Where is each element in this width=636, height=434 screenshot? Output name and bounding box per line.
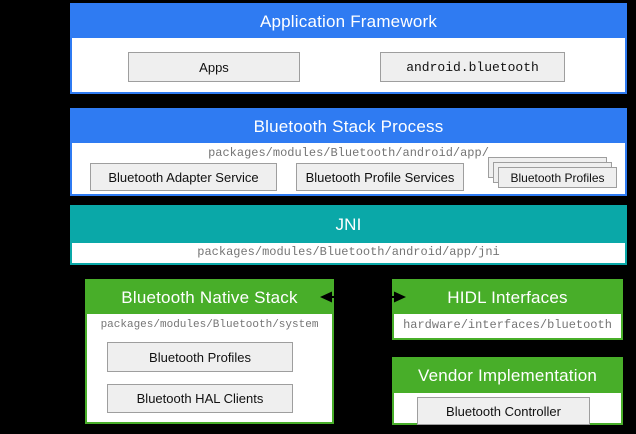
native-bluetooth-profiles-label: Bluetooth Profiles [149,350,251,365]
section-application-framework: Application Framework Apps android.bluet… [70,3,627,94]
bluetooth-profile-services-box: Bluetooth Profile Services [296,163,464,191]
android-bluetooth-box: android.bluetooth [380,52,565,82]
bluetooth-hal-clients-label: Bluetooth HAL Clients [137,391,264,406]
apps-label: Apps [199,60,229,75]
bidirectional-arrow-icon [318,289,408,305]
application-framework-title: Application Framework [260,12,437,32]
bluetooth-adapter-service-box: Bluetooth Adapter Service [90,163,277,191]
bluetooth-stack-process-header: Bluetooth Stack Process [72,110,625,143]
bluetooth-profiles-stack-label: Bluetooth Profiles [510,171,604,185]
bluetooth-architecture-diagram: { "colors": { "background": "#000000", "… [0,0,636,434]
jni-header: JNI [72,207,625,243]
apps-box: Apps [128,52,300,82]
bluetooth-stack-process-title: Bluetooth Stack Process [254,117,444,137]
section-hidl-interfaces: HIDL Interfaces hardware/interfaces/blue… [392,279,623,340]
section-bluetooth-stack-process: Bluetooth Stack Process packages/modules… [70,108,627,196]
section-jni: JNI packages/modules/Bluetooth/android/a… [70,205,627,265]
bluetooth-adapter-service-label: Bluetooth Adapter Service [108,170,258,185]
hidl-interfaces-header: HIDL Interfaces [394,281,621,314]
section-vendor-implementation: Vendor Implementation Bluetooth Controll… [392,357,623,425]
hidl-path: hardware/interfaces/bluetooth [394,314,621,336]
section-bluetooth-native-stack: Bluetooth Native Stack packages/modules/… [85,279,334,424]
vendor-implementation-title: Vendor Implementation [418,366,597,386]
bluetooth-profile-services-label: Bluetooth Profile Services [306,170,455,185]
vendor-implementation-header: Vendor Implementation [394,359,621,393]
bluetooth-native-stack-header: Bluetooth Native Stack [87,281,332,314]
bluetooth-native-stack-title: Bluetooth Native Stack [121,288,297,308]
bluetooth-controller-label: Bluetooth Controller [446,404,561,419]
native-stack-path: packages/modules/Bluetooth/system [87,319,332,331]
hidl-interfaces-title: HIDL Interfaces [447,288,567,308]
bluetooth-profiles-stack-box: Bluetooth Profiles [498,167,617,188]
bluetooth-hal-clients-box: Bluetooth HAL Clients [107,384,293,413]
application-framework-header: Application Framework [72,5,625,38]
android-bluetooth-label: android.bluetooth [406,60,539,75]
jni-path: packages/modules/Bluetooth/android/app/j… [72,243,625,262]
native-bluetooth-profiles-box: Bluetooth Profiles [107,342,293,372]
bluetooth-profiles-stack: Bluetooth Profiles [488,157,619,191]
jni-title: JNI [335,215,361,235]
bluetooth-controller-box: Bluetooth Controller [417,397,590,425]
